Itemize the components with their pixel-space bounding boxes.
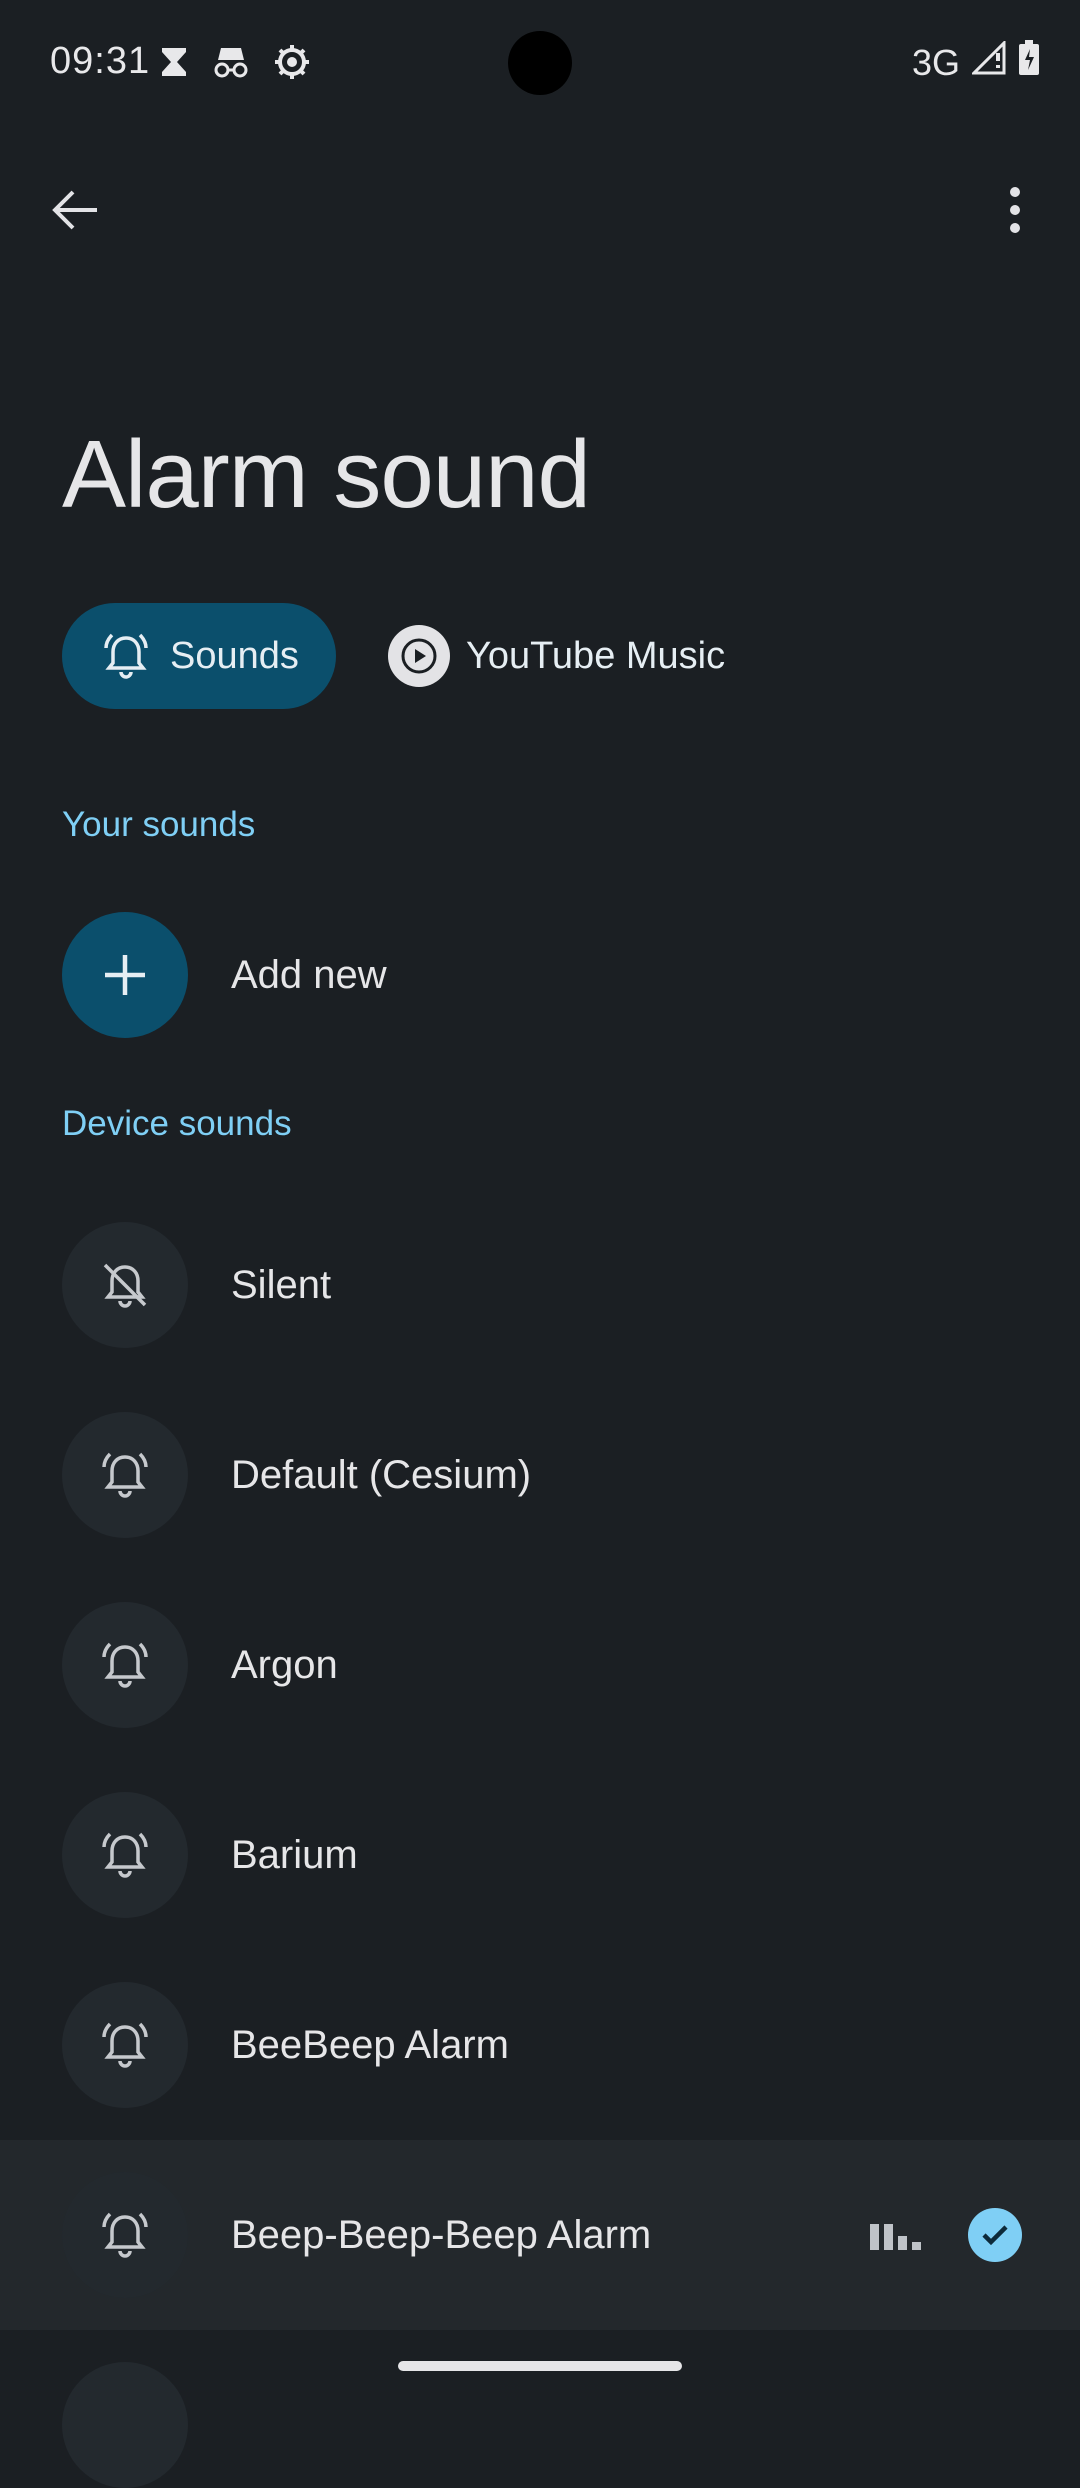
sound-label: Silent (231, 1262, 332, 1307)
tab-youtube-music[interactable]: YouTube Music (388, 603, 725, 709)
hourglass-icon (160, 46, 188, 78)
alarm-bell-icon (62, 1412, 188, 1538)
add-new-row[interactable]: Add new (0, 880, 1080, 1070)
add-new-label: Add new (231, 952, 387, 997)
sound-label: Barium (231, 1832, 358, 1877)
playing-equalizer-icon (870, 2220, 921, 2250)
check-circle-icon (968, 2208, 1022, 2262)
arrow-back-icon (52, 190, 97, 230)
sound-item-beep-beep-beep-alarm[interactable]: Beep-Beep-Beep Alarm (0, 2140, 1080, 2330)
sound-item-beebeep-alarm[interactable]: BeeBeep Alarm (0, 1950, 1080, 2140)
back-button[interactable] (40, 175, 110, 245)
tab-sounds-label: Sounds (170, 634, 299, 677)
sound-item-default-cesium[interactable]: Default (Cesium) (0, 1380, 1080, 1570)
more-vert-icon (1010, 187, 1020, 233)
status-right: 3G (911, 39, 1040, 85)
incognito-icon (212, 46, 250, 78)
alarm-bell-icon (62, 1602, 188, 1728)
section-header-device-sounds: Device sounds (62, 1104, 292, 1143)
page-title: Alarm sound (62, 421, 591, 528)
sound-label: Beep-Beep-Beep Alarm (231, 2212, 652, 2257)
alarm-bell-icon (62, 1982, 188, 2108)
sound-item-silent[interactable]: Silent (0, 1190, 1080, 1380)
add-icon (62, 912, 188, 1038)
status-icons-left (160, 44, 310, 80)
alarm-off-icon (62, 1222, 188, 1348)
alarm-bell-icon (62, 2362, 188, 2488)
signal-icon (970, 39, 1006, 84)
sound-item-argon[interactable]: Argon (0, 1570, 1080, 1760)
sound-label: Default (Cesium) (231, 1452, 532, 1497)
tab-sounds[interactable]: Sounds (62, 603, 336, 709)
sound-item-barium[interactable]: Barium (0, 1760, 1080, 1950)
alarm-bell-icon (62, 2172, 188, 2298)
battery-charging-icon (1018, 40, 1040, 85)
camera-cutout (508, 31, 572, 95)
sound-label: BeeBeep Alarm (231, 2022, 509, 2067)
youtube-music-icon (388, 625, 450, 687)
network-type: 3G (911, 41, 960, 83)
alarm-bell-icon (104, 633, 148, 679)
settings-icon (274, 44, 310, 80)
status-time: 09:31 (50, 40, 151, 82)
home-indicator[interactable] (398, 2361, 682, 2371)
more-options-button[interactable] (980, 175, 1050, 245)
tab-youtube-music-label: YouTube Music (466, 634, 726, 677)
sound-label: Argon (231, 1642, 338, 1687)
section-header-your-sounds: Your sounds (62, 805, 256, 844)
alarm-bell-icon (62, 1792, 188, 1918)
